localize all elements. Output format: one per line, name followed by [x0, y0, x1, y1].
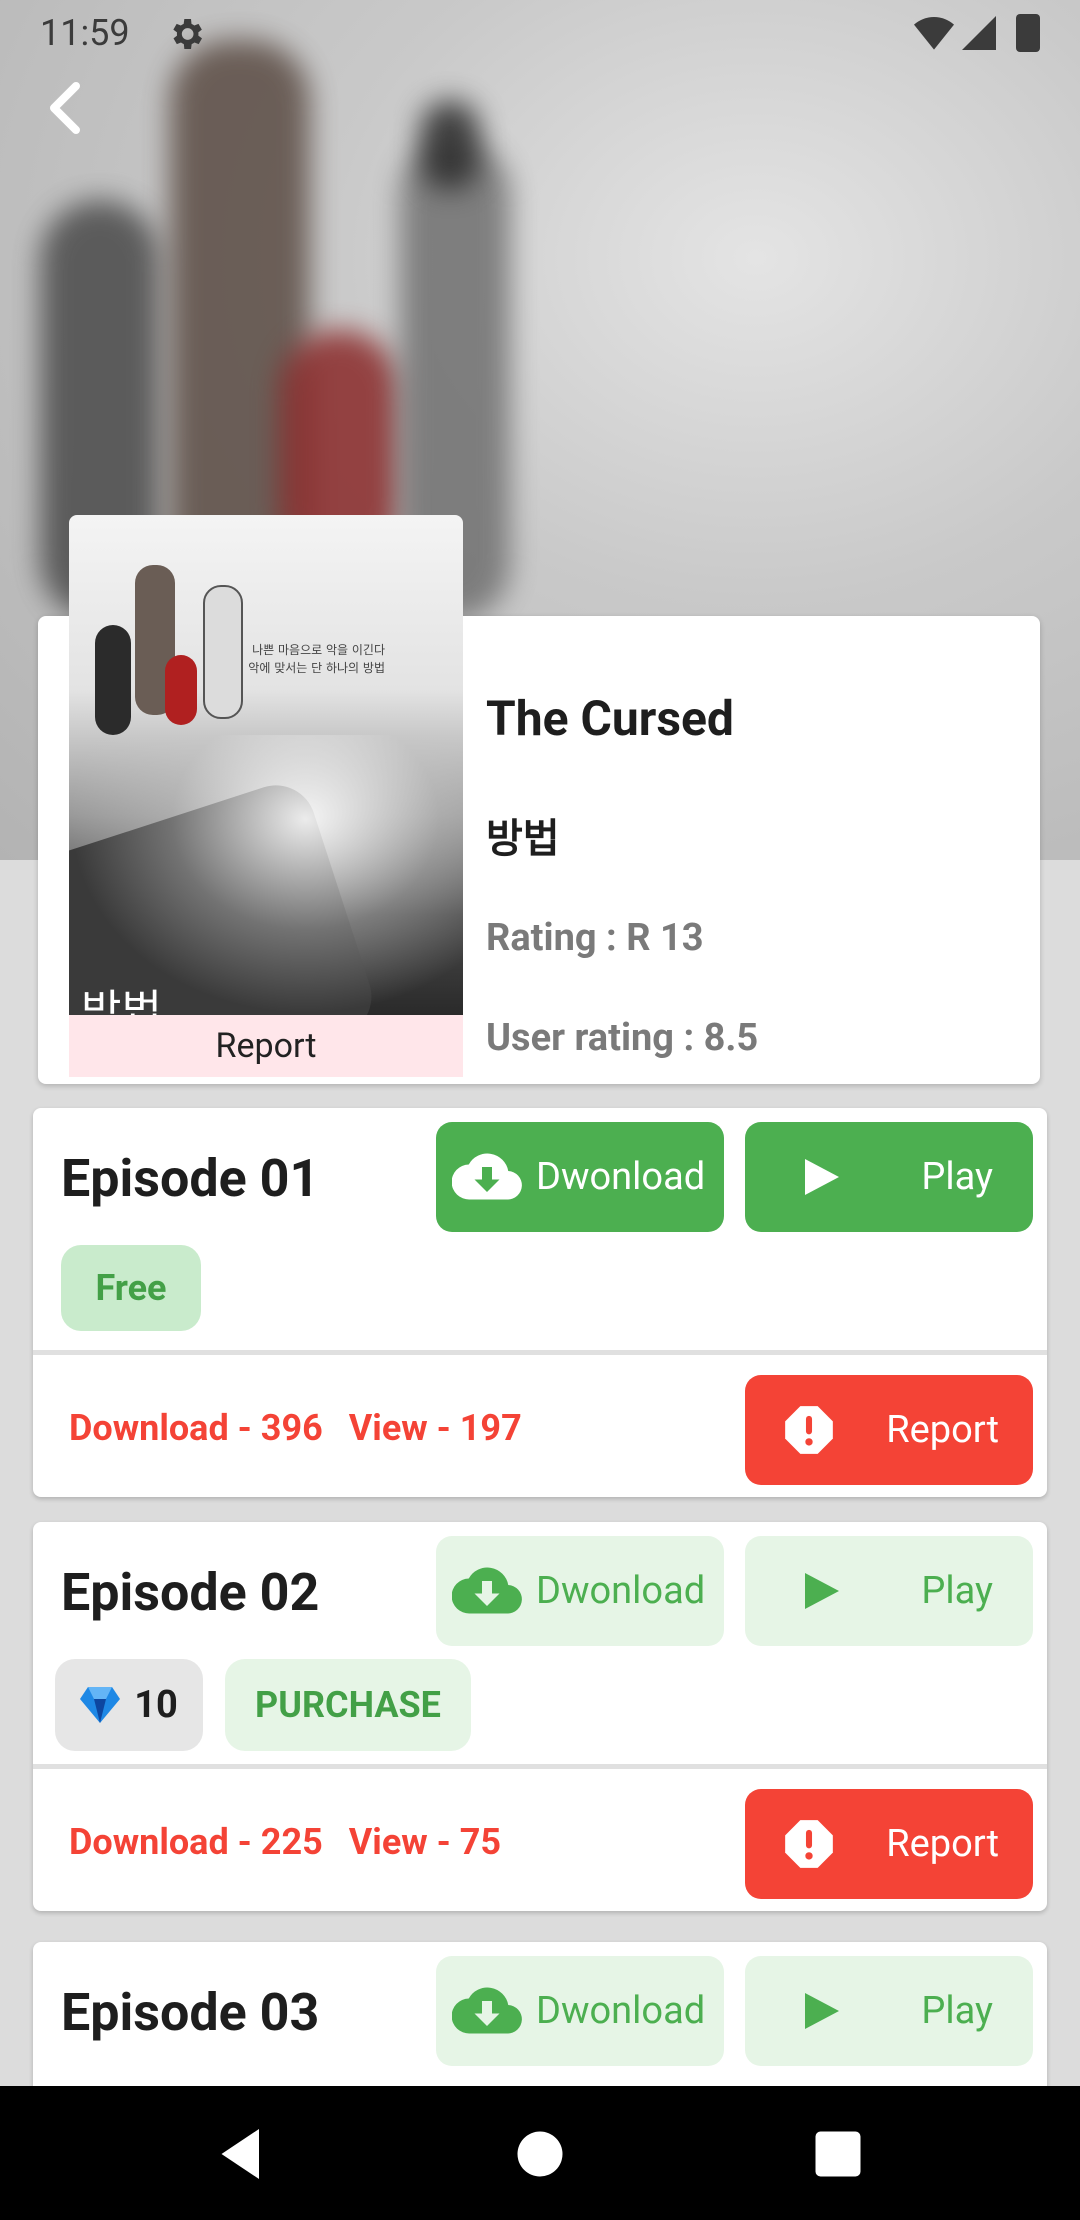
report-button[interactable]: Report — [745, 1789, 1033, 1899]
download-count: Download - 225 — [69, 1821, 323, 1863]
user-rating: User rating : 8.5 — [486, 1016, 759, 1060]
nav-recents-icon[interactable] — [808, 2124, 868, 2184]
alert-icon — [785, 1820, 833, 1868]
price-tag-free: Free — [61, 1245, 201, 1331]
back-arrow-icon[interactable] — [42, 80, 90, 136]
system-nav-bar — [0, 2086, 1080, 2220]
alert-icon — [785, 1406, 833, 1454]
episode-card: Episode 02 Dwonload Play 10 PURCHASE Dow… — [33, 1522, 1047, 1911]
gem-cost-badge: 10 — [55, 1659, 203, 1751]
report-button[interactable]: Report — [745, 1375, 1033, 1485]
poster-report-button[interactable]: Report — [69, 1015, 463, 1077]
nav-home-icon[interactable] — [510, 2124, 570, 2184]
poster-title: 방법 — [81, 986, 162, 1015]
episode-title: Episode 02 — [61, 1562, 320, 1623]
episode-title: Episode 01 — [61, 1148, 320, 1209]
cloud-download-icon — [452, 1987, 522, 2034]
wifi-icon — [914, 17, 954, 50]
gem-icon — [80, 1687, 121, 1723]
download-button[interactable]: Dwonload — [436, 1122, 724, 1232]
play-button[interactable]: Play — [745, 1956, 1033, 2066]
poster-tagline: 나쁜 마음으로 악을 이긴다 악에 맞서는 단 하나의 방법 — [248, 643, 385, 675]
download-button[interactable]: Dwonload — [436, 1956, 724, 2066]
download-count: Download - 396 — [69, 1407, 323, 1449]
view-count: View - 75 — [348, 1821, 502, 1863]
poster-image: 나쁜 마음으로 악을 이긴다 악에 맞서는 단 하나의 방법 방법 — [69, 515, 463, 1015]
episode-stats: Download - 225 View - 75 — [69, 1821, 501, 1863]
content-rating: Rating : R 13 — [486, 916, 704, 960]
play-icon — [805, 1159, 839, 1195]
purchase-button[interactable]: PURCHASE — [225, 1659, 471, 1751]
show-title: The Cursed — [486, 690, 734, 747]
download-button[interactable]: Dwonload — [436, 1536, 724, 1646]
nav-back-icon[interactable] — [214, 2124, 274, 2184]
view-count: View - 197 — [348, 1407, 522, 1449]
show-title-native: 방법 — [486, 815, 560, 862]
cloud-download-icon — [452, 1153, 522, 1200]
episode-card: Episode 01 Dwonload Play Free Download -… — [33, 1108, 1047, 1497]
play-icon — [805, 1573, 839, 1609]
cell-signal-icon — [962, 16, 996, 50]
play-icon — [805, 1993, 839, 2029]
cloud-download-icon — [452, 1567, 522, 1614]
gear-icon — [173, 19, 202, 49]
battery-icon — [1016, 14, 1040, 52]
status-bar: 11:59 — [0, 0, 1080, 68]
play-button[interactable]: Play — [745, 1122, 1033, 1232]
episode-title: Episode 03 — [61, 1982, 320, 2043]
status-time: 11:59 — [40, 12, 130, 54]
play-button[interactable]: Play — [745, 1536, 1033, 1646]
episode-stats: Download - 396 View - 197 — [69, 1407, 522, 1449]
